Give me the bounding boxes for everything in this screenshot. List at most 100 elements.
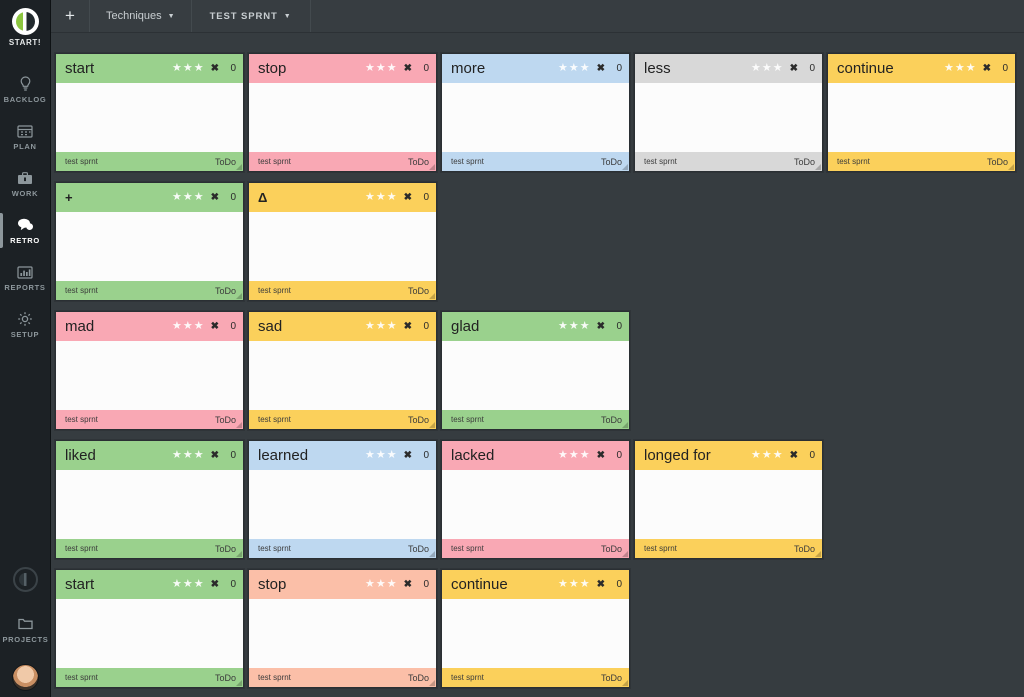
retro-card[interactable]: stop ★ ★ ★ ✖ 0 test sprnt ToDo <box>248 53 437 172</box>
close-icon[interactable]: ✖ <box>404 450 412 461</box>
sidebar-brand[interactable]: START! <box>0 0 51 52</box>
resize-handle[interactable] <box>815 551 821 557</box>
card-rating-stars[interactable]: ★ ★ ★ <box>172 579 204 590</box>
star-icon[interactable]: ★ <box>172 63 182 74</box>
star-icon[interactable]: ★ <box>194 192 204 203</box>
star-icon[interactable]: ★ <box>365 321 375 332</box>
card-body[interactable] <box>56 341 243 410</box>
close-icon[interactable]: ✖ <box>211 63 219 74</box>
star-icon[interactable]: ★ <box>183 63 193 74</box>
star-icon[interactable]: ★ <box>183 192 193 203</box>
star-icon[interactable]: ★ <box>569 63 579 74</box>
star-icon[interactable]: ★ <box>172 450 182 461</box>
user-avatar[interactable] <box>12 664 39 691</box>
resize-handle[interactable] <box>622 551 628 557</box>
close-icon[interactable]: ✖ <box>404 579 412 590</box>
close-icon[interactable]: ✖ <box>790 450 798 461</box>
star-icon[interactable]: ★ <box>558 63 568 74</box>
card-body[interactable] <box>56 599 243 668</box>
add-card-button[interactable]: + <box>51 0 90 32</box>
star-icon[interactable]: ★ <box>966 63 976 74</box>
resize-handle[interactable] <box>236 551 242 557</box>
card-body[interactable] <box>442 83 629 152</box>
retro-card[interactable]: sad ★ ★ ★ ✖ 0 test sprnt ToDo <box>248 311 437 430</box>
retro-card[interactable]: less ★ ★ ★ ✖ 0 test sprnt ToDo <box>634 53 823 172</box>
card-rating-stars[interactable]: ★ ★ ★ <box>365 321 397 332</box>
resize-handle[interactable] <box>236 164 242 170</box>
card-body[interactable] <box>635 83 822 152</box>
close-icon[interactable]: ✖ <box>211 321 219 332</box>
card-rating-stars[interactable]: ★ ★ ★ <box>172 192 204 203</box>
star-icon[interactable]: ★ <box>183 579 193 590</box>
resize-handle[interactable] <box>429 293 435 299</box>
resize-handle[interactable] <box>236 422 242 428</box>
card-rating-stars[interactable]: ★ ★ ★ <box>172 321 204 332</box>
close-icon[interactable]: ✖ <box>597 63 605 74</box>
close-icon[interactable]: ✖ <box>404 63 412 74</box>
retro-card[interactable]: longed for ★ ★ ★ ✖ 0 test sprnt ToDo <box>634 440 823 559</box>
card-body[interactable] <box>249 599 436 668</box>
star-icon[interactable]: ★ <box>558 579 568 590</box>
star-icon[interactable]: ★ <box>376 450 386 461</box>
close-icon[interactable]: ✖ <box>597 450 605 461</box>
resize-handle[interactable] <box>429 164 435 170</box>
card-body[interactable] <box>249 212 436 281</box>
star-icon[interactable]: ★ <box>387 450 397 461</box>
star-icon[interactable]: ★ <box>558 450 568 461</box>
resize-handle[interactable] <box>622 164 628 170</box>
star-icon[interactable]: ★ <box>365 450 375 461</box>
sidebar-item-reports[interactable]: REPORTS <box>0 254 51 301</box>
resize-handle[interactable] <box>815 164 821 170</box>
retro-card[interactable]: stop ★ ★ ★ ✖ 0 test sprnt ToDo <box>248 569 437 688</box>
star-icon[interactable]: ★ <box>762 450 772 461</box>
star-icon[interactable]: ★ <box>773 63 783 74</box>
star-icon[interactable]: ★ <box>376 579 386 590</box>
close-icon[interactable]: ✖ <box>404 321 412 332</box>
star-icon[interactable]: ★ <box>365 63 375 74</box>
star-icon[interactable]: ★ <box>387 192 397 203</box>
close-icon[interactable]: ✖ <box>790 63 798 74</box>
sidebar-item-backlog[interactable]: BACKLOG <box>0 66 51 113</box>
retro-card[interactable]: start ★ ★ ★ ✖ 0 test sprnt ToDo <box>55 569 244 688</box>
card-body[interactable] <box>56 83 243 152</box>
star-icon[interactable]: ★ <box>762 63 772 74</box>
resize-handle[interactable] <box>622 422 628 428</box>
card-rating-stars[interactable]: ★ ★ ★ <box>365 450 397 461</box>
retro-card[interactable]: liked ★ ★ ★ ✖ 0 test sprnt ToDo <box>55 440 244 559</box>
close-icon[interactable]: ✖ <box>211 192 219 203</box>
sidebar-item-setup[interactable]: SETUP <box>0 301 51 348</box>
star-icon[interactable]: ★ <box>365 192 375 203</box>
card-body[interactable] <box>442 599 629 668</box>
resize-handle[interactable] <box>429 422 435 428</box>
retro-card[interactable]: learned ★ ★ ★ ✖ 0 test sprnt ToDo <box>248 440 437 559</box>
star-icon[interactable]: ★ <box>376 192 386 203</box>
star-icon[interactable]: ★ <box>172 321 182 332</box>
star-icon[interactable]: ★ <box>194 63 204 74</box>
star-icon[interactable]: ★ <box>387 63 397 74</box>
star-icon[interactable]: ★ <box>387 579 397 590</box>
star-icon[interactable]: ★ <box>194 450 204 461</box>
star-icon[interactable]: ★ <box>376 63 386 74</box>
star-icon[interactable]: ★ <box>365 579 375 590</box>
sidebar-item-work[interactable]: WORK <box>0 160 51 207</box>
star-icon[interactable]: ★ <box>558 321 568 332</box>
card-body[interactable] <box>442 341 629 410</box>
resize-handle[interactable] <box>236 293 242 299</box>
retro-card[interactable]: more ★ ★ ★ ✖ 0 test sprnt ToDo <box>441 53 630 172</box>
resize-handle[interactable] <box>236 680 242 686</box>
close-icon[interactable]: ✖ <box>597 321 605 332</box>
retro-card[interactable]: continue ★ ★ ★ ✖ 0 test sprnt ToDo <box>827 53 1016 172</box>
star-icon[interactable]: ★ <box>580 579 590 590</box>
card-body[interactable] <box>828 83 1015 152</box>
card-rating-stars[interactable]: ★ ★ ★ <box>172 63 204 74</box>
close-icon[interactable]: ✖ <box>211 450 219 461</box>
close-icon[interactable]: ✖ <box>597 579 605 590</box>
star-icon[interactable]: ★ <box>955 63 965 74</box>
resize-handle[interactable] <box>429 551 435 557</box>
card-body[interactable] <box>442 470 629 539</box>
card-rating-stars[interactable]: ★ ★ ★ <box>172 450 204 461</box>
card-rating-stars[interactable]: ★ ★ ★ <box>558 579 590 590</box>
star-icon[interactable]: ★ <box>580 63 590 74</box>
sidebar-item-plan[interactable]: PLAN <box>0 113 51 160</box>
star-icon[interactable]: ★ <box>387 321 397 332</box>
